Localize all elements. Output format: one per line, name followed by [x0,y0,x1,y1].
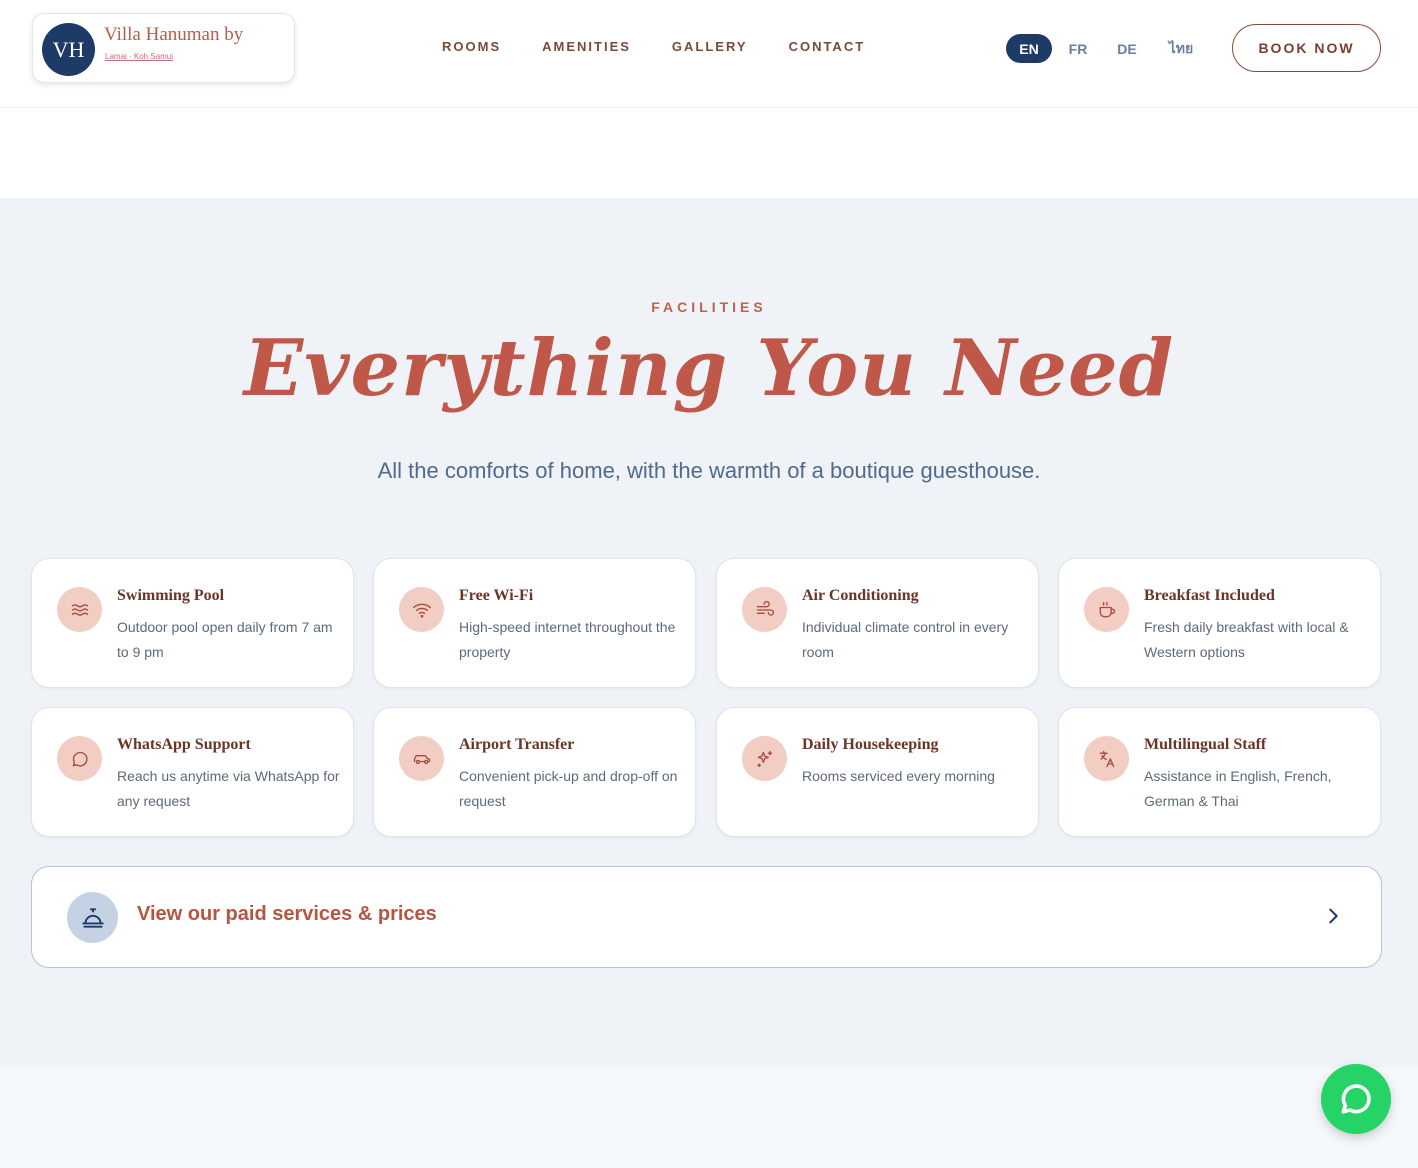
book-now-button[interactable]: BOOK NOW [1232,24,1381,72]
section-title: Everything You Need [243,323,1175,414]
facility-desc: Assistance in English, French, German & … [1144,768,1332,809]
waves-icon [57,587,102,632]
translate-icon [1084,736,1129,781]
brand-name: Villa Hanuman by [104,24,244,45]
facility-card-multilingual: Multilingual Staff Assistance in English… [1058,707,1381,837]
section-subtitle: All the comforts of home, with the warmt… [377,458,1041,483]
facility-desc: Rooms serviced every morning [802,768,995,784]
brand-tagline: Lamai · Koh Samui [105,52,174,61]
sparkles-icon [742,736,787,781]
facility-desc: Convenient pick-up and drop-off on reque… [459,768,678,809]
facilities-section: FACILITIES Everything You Need All the c… [0,198,1418,1067]
chevron-right-icon [1322,905,1344,927]
car-icon [399,736,444,781]
wind-icon [742,587,787,632]
coffee-icon [1084,587,1129,632]
brand-logo[interactable]: VH Villa Hanuman by Lamai · Koh Samui [32,13,295,83]
whatsapp-chat-button[interactable] [1321,1064,1391,1134]
facility-title: Airport Transfer [459,736,575,753]
wifi-icon [399,587,444,632]
lang-de-button[interactable]: DE [1108,34,1146,63]
main-nav: ROOMS AMENITIES GALLERY CONTACT [442,39,906,54]
whatsapp-icon [1341,1084,1371,1114]
paid-services-link[interactable]: View our paid services & prices [31,866,1382,968]
next-section [0,1067,1418,1168]
nav-contact[interactable]: CONTACT [789,39,866,54]
nav-gallery[interactable]: GALLERY [672,39,748,54]
lang-th-button[interactable]: ไทย [1160,34,1202,63]
message-icon [57,736,102,781]
facility-card-housekeeping: Daily Housekeeping Rooms serviced every … [716,707,1039,837]
facility-desc: Individual climate control in every room [802,619,1009,660]
facility-title: Multilingual Staff [1144,736,1267,753]
facility-title: Air Conditioning [802,587,919,604]
facility-title: WhatsApp Support [117,736,251,753]
facility-title: Free Wi-Fi [459,587,534,604]
section-eyebrow: FACILITIES [651,299,767,315]
facility-desc: Outdoor pool open daily from 7 am to 9 p… [117,619,333,660]
facility-card-whatsapp: WhatsApp Support Reach us anytime via Wh… [31,707,354,837]
bell-icon [67,892,118,943]
facility-card-pool: Swimming Pool Outdoor pool open daily fr… [31,558,354,688]
facility-card-ac: Air Conditioning Individual climate cont… [716,558,1039,688]
facility-card-airport: Airport Transfer Convenient pick-up and … [373,707,696,837]
site-header: VH Villa Hanuman by Lamai · Koh Samui RO… [0,0,1418,108]
facility-desc: High-speed internet throughout the prope… [459,619,676,660]
facility-title: Breakfast Included [1144,587,1275,604]
paid-services-label: View our paid services & prices [137,903,437,925]
facility-card-breakfast: Breakfast Included Fresh daily breakfast… [1058,558,1381,688]
facility-card-wifi: Free Wi-Fi High-speed internet throughou… [373,558,696,688]
facility-title: Swimming Pool [117,587,225,604]
nav-amenities[interactable]: AMENITIES [542,39,631,54]
brand-monogram: VH [42,23,95,76]
facility-title: Daily Housekeeping [802,736,939,753]
nav-rooms[interactable]: ROOMS [442,39,501,54]
facility-desc: Reach us anytime via WhatsApp for any re… [117,768,340,809]
facility-desc: Fresh daily breakfast with local & Weste… [1144,619,1349,660]
lang-fr-button[interactable]: FR [1060,34,1096,63]
lang-en-button[interactable]: EN [1006,34,1052,63]
